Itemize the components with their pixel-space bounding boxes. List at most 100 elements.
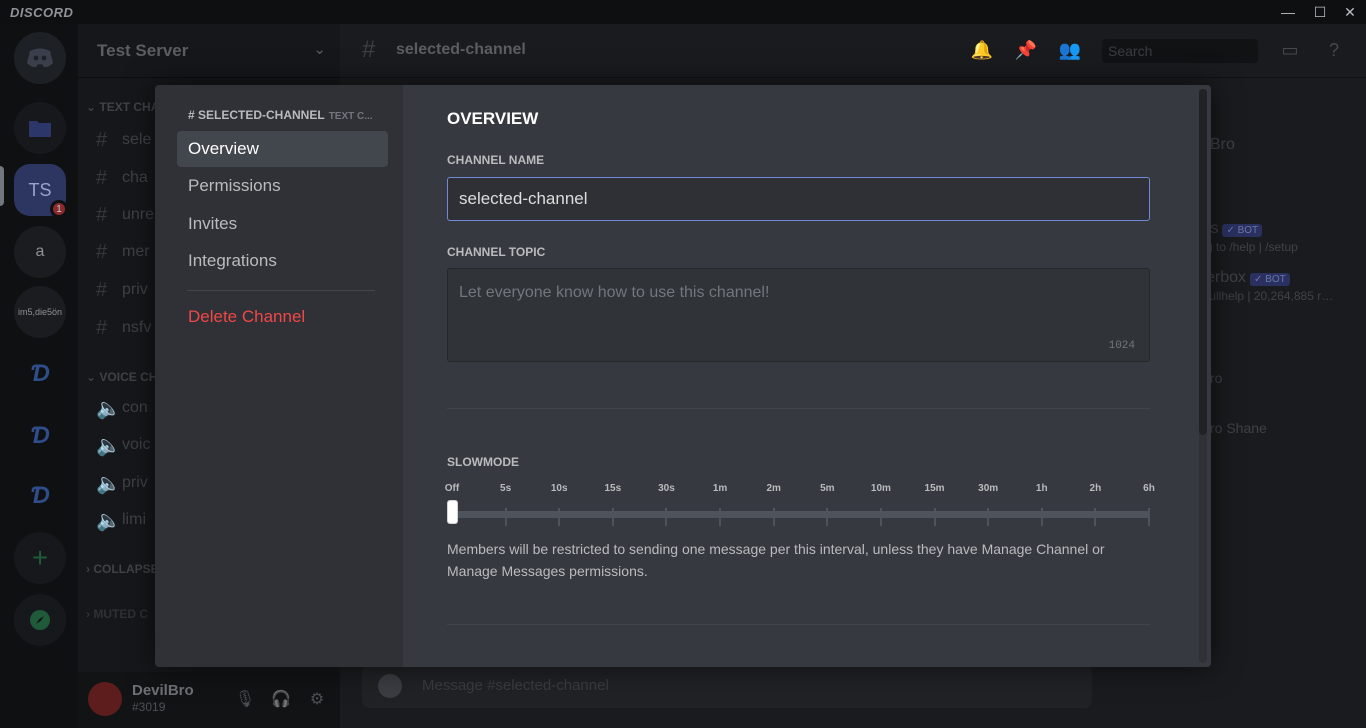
nav-integrations[interactable]: Integrations (177, 243, 388, 279)
hash-icon: # (96, 203, 108, 226)
slowmode-tick-label[interactable]: 2h (1090, 483, 1102, 494)
slowmode-tick-mark (558, 508, 561, 526)
delete-channel-button[interactable]: Delete Channel (177, 299, 388, 335)
hash-icon: # (96, 316, 108, 339)
slowmode-tick-label[interactable]: 15m (925, 483, 945, 494)
home-button[interactable] (14, 32, 66, 84)
slowmode-tick-mark (719, 508, 722, 526)
avatar[interactable] (88, 682, 122, 716)
channel-row[interactable]: # unre (96, 199, 154, 231)
gear-icon[interactable]: ⚙ (306, 689, 328, 711)
channel-row[interactable]: # priv (96, 274, 148, 306)
member-name[interactable]: ts ✓ BOT (1206, 220, 1263, 238)
nav-permissions[interactable]: Permissions (177, 168, 388, 204)
bd-logo-icon: Ɗ (30, 422, 50, 449)
voice-channel-row[interactable]: 🔈 priv (96, 467, 148, 499)
slowmode-tick-label[interactable]: 30m (978, 483, 998, 494)
category-label: TEXT CHA (99, 100, 160, 114)
slowmode-tick-mark (987, 508, 990, 526)
slowmode-tick-label[interactable]: 5m (820, 483, 834, 494)
server-bd-3[interactable]: Ɗ (14, 470, 66, 522)
speaker-icon: 🔈 (96, 397, 121, 420)
slowmode-tick-label[interactable]: 5s (500, 483, 511, 494)
nav-invites[interactable]: Invites (177, 206, 388, 242)
channel-row[interactable]: # sele (96, 124, 151, 156)
explore-servers-button[interactable] (14, 594, 66, 646)
category-collapsed[interactable]: › COLLAPSE (86, 562, 159, 576)
channel-label: nsfv (122, 319, 152, 336)
mute-mic-icon[interactable]: 🎙 (234, 689, 256, 711)
channel-topic-label: CHANNEL TOPIC (447, 245, 546, 259)
member-name[interactable]: erbox ✓ BOT (1206, 269, 1290, 287)
pin-icon[interactable]: 📌 (1014, 40, 1038, 64)
topic-char-counter: 1024 (1108, 340, 1135, 352)
slowmode-tick-label[interactable]: 2m (766, 483, 780, 494)
member-name-text: erbox (1206, 269, 1247, 286)
server-a[interactable]: a (14, 226, 66, 278)
slowmode-tick-label[interactable]: 30s (658, 483, 675, 494)
slowmode-tick-label[interactable]: 15s (605, 483, 622, 494)
slowmode-tick-labels: Off 5s 10s 15s 30s 1m 2m 5m 10m 15m 30m 1h 2h 6h (445, 483, 1155, 499)
hash-icon: # (362, 36, 376, 63)
channel-row[interactable]: # cha (96, 162, 148, 194)
add-server-button[interactable]: + (14, 532, 66, 584)
help-icon[interactable]: ? (1322, 40, 1346, 64)
member-name[interactable]: Bro (1210, 136, 1235, 154)
server-im5[interactable]: im5,die5ön (14, 286, 66, 338)
maximize-button[interactable]: ☐ (1310, 2, 1330, 22)
title-bar: DISCORD — ☐ ✕ (0, 0, 1366, 24)
chevron-down-icon: ⌄ (313, 41, 326, 58)
deafen-icon[interactable]: 🎧 (270, 689, 292, 711)
slowmode-tick-label[interactable]: 10s (551, 483, 568, 494)
message-input[interactable]: Message #selected-channel (422, 677, 609, 694)
slowmode-track[interactable] (447, 511, 1150, 518)
voice-channel-row[interactable]: 🔈 con (96, 392, 148, 424)
channel-row[interactable]: # mer (96, 236, 150, 268)
server-bd-1[interactable]: Ɗ (14, 348, 66, 400)
channel-topic-input[interactable]: Let everyone know how to use this channe… (447, 268, 1150, 362)
server-test-server[interactable]: TS 1 (14, 164, 68, 218)
folder-button[interactable] (14, 102, 66, 154)
slowmode-tick-label[interactable]: 1m (713, 483, 727, 494)
category-label: VOICE CH (99, 370, 158, 384)
message-composer[interactable]: Message #selected-channel (362, 664, 1092, 708)
server-header[interactable]: Test Server ⌄ (78, 24, 340, 78)
members-icon[interactable]: 👥 (1058, 40, 1082, 64)
minimize-button[interactable]: — (1278, 2, 1298, 22)
category-voice[interactable]: ⌄ VOICE CH (86, 370, 157, 384)
category-text[interactable]: ⌄ TEXT CHA (86, 100, 159, 114)
scrollbar[interactable] (1199, 89, 1207, 663)
channel-name-input[interactable] (447, 177, 1150, 221)
hash-icon: # (96, 240, 108, 263)
slowmode-slider-handle[interactable] (447, 500, 458, 524)
member-name[interactable]: ro (1210, 370, 1222, 386)
channel-row[interactable]: # nsfv (96, 312, 151, 344)
category-label: MUTED C (93, 607, 149, 621)
slowmode-tick-label[interactable]: 10m (871, 483, 891, 494)
voice-channel-row[interactable]: 🔈 voic (96, 429, 150, 461)
server-im5-label: im5,die5ön (17, 307, 63, 317)
folder-icon (29, 121, 51, 137)
server-bd-2[interactable]: Ɗ (14, 410, 66, 462)
bell-icon[interactable]: 🔔 (970, 40, 994, 64)
attach-plus-icon[interactable] (378, 674, 402, 698)
slowmode-tick-label[interactable]: 1h (1036, 483, 1048, 494)
speaker-icon: 🔈 (96, 509, 121, 532)
channel-header: # selected-channel 🔔 📌 👥 Search ▭ ? (340, 24, 1366, 78)
search-input[interactable]: Search (1102, 39, 1258, 63)
close-window-button[interactable]: ✕ (1340, 2, 1360, 22)
bot-badge: ✓ BOT (1222, 224, 1263, 237)
slowmode-help-text: Members will be restricted to sending on… (447, 541, 1105, 579)
slowmode-tick-label[interactable]: Off (445, 483, 459, 494)
slowmode-tick-label[interactable]: 6h (1143, 483, 1155, 494)
bot-badge: ✓ BOT (1250, 273, 1290, 286)
nav-overview[interactable]: Overview (177, 131, 388, 167)
inbox-icon[interactable]: ▭ (1278, 40, 1302, 64)
bd-logo-icon: Ɗ (30, 360, 50, 387)
scrollbar-thumb[interactable] (1199, 89, 1207, 435)
member-name[interactable]: ro Shane (1210, 420, 1267, 436)
voice-channel-row[interactable]: 🔈 limi (96, 504, 146, 536)
category-muted[interactable]: › MUTED C (86, 607, 148, 621)
breadcrumb-type: TEXT C... (328, 111, 373, 122)
channel-label: voic (122, 436, 151, 453)
